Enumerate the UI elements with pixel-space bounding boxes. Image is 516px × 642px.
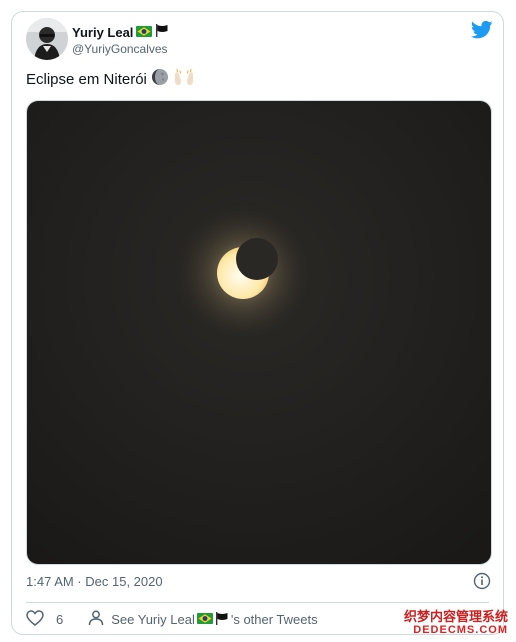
- author-handle[interactable]: @YuriyGoncalves: [72, 42, 168, 56]
- person-icon: [87, 610, 105, 629]
- watermark: 织梦内容管理系统 DEDECMS.COM: [403, 608, 508, 636]
- heart-icon: [26, 610, 44, 629]
- avatar[interactable]: [26, 18, 68, 60]
- black-flag-icon: [155, 24, 169, 40]
- black-flag-icon: [215, 611, 229, 628]
- author-name-row[interactable]: Yuriy Leal: [72, 24, 169, 40]
- divider: [26, 602, 489, 603]
- watermark-line-1: 织梦内容管理系统: [403, 608, 508, 624]
- see-other-prefix: See Yuriy Leal: [111, 612, 195, 627]
- tweet-body: Eclipse em Niterói: [26, 70, 147, 88]
- tweet-card: Yuriy Leal @YuriyGoncalves Eclipse em Ni…: [11, 11, 504, 635]
- watermark-line-2: DEDECMS.COM: [413, 623, 508, 636]
- twitter-bird-icon[interactable]: [470, 20, 493, 40]
- raised-hands-icon: [173, 68, 195, 90]
- tweet-timestamp[interactable]: 1:47 AM · Dec 15, 2020: [26, 574, 163, 589]
- tweet-actions: 6 See Yuriy Leal 's other Tweets: [26, 610, 318, 629]
- eclipse-photo[interactable]: [26, 100, 492, 565]
- brazil-flag-icon: [136, 25, 153, 40]
- see-other-suffix: 's other Tweets: [230, 612, 318, 627]
- like-count: 6: [56, 612, 64, 627]
- brazil-flag-icon: [196, 612, 213, 627]
- info-icon[interactable]: [473, 572, 491, 590]
- see-other-tweets-link[interactable]: See Yuriy Leal 's other Tweets: [87, 610, 318, 629]
- author-name[interactable]: Yuriy Leal: [72, 25, 133, 40]
- tweet-text: Eclipse em Niterói: [26, 68, 195, 90]
- like-button[interactable]: 6: [26, 610, 63, 629]
- moon-phase-icon: [151, 68, 169, 90]
